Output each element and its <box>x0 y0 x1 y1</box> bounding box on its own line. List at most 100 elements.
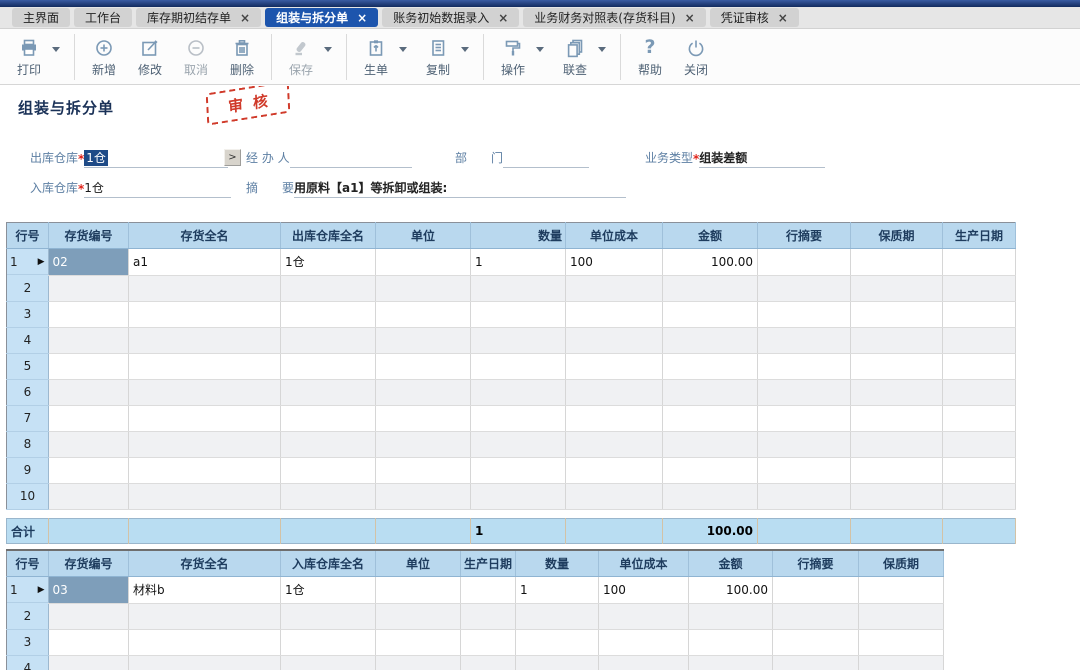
operator-field[interactable]: 经 办 人 <box>246 148 412 168</box>
cell[interactable]: 100.00 <box>663 249 758 276</box>
cell[interactable] <box>471 457 566 483</box>
cell[interactable] <box>773 629 859 655</box>
tab-biz-finance-mapping[interactable]: 业务财务对照表(存货科目)× <box>523 8 705 27</box>
cell[interactable] <box>49 275 129 301</box>
cell[interactable] <box>49 301 129 327</box>
cell[interactable] <box>859 577 944 604</box>
cell[interactable] <box>943 327 1016 353</box>
cell[interactable] <box>943 249 1016 276</box>
tab-close-icon[interactable]: × <box>685 12 695 24</box>
out-warehouse-field[interactable]: 出库仓库*1仓 <box>30 148 228 168</box>
cell[interactable] <box>281 379 376 405</box>
link-query-button[interactable]: 联查 <box>552 36 598 78</box>
cell[interactable] <box>758 327 851 353</box>
cell[interactable] <box>516 603 599 629</box>
out-warehouse-browse-button[interactable]: > <box>224 149 241 166</box>
cell[interactable] <box>471 353 566 379</box>
cell[interactable] <box>461 655 516 670</box>
cell[interactable] <box>566 275 663 301</box>
cell[interactable] <box>663 431 758 457</box>
cell[interactable] <box>281 603 376 629</box>
cell[interactable] <box>566 379 663 405</box>
row-number-cell[interactable]: 8 <box>7 431 49 457</box>
delete-button[interactable]: 删除 <box>219 36 265 78</box>
cell[interactable] <box>49 379 129 405</box>
cell[interactable]: 1仓 <box>281 249 376 276</box>
cell[interactable] <box>851 249 943 276</box>
cell[interactable] <box>758 457 851 483</box>
close-button[interactable]: 关闭 <box>673 36 719 78</box>
row-number-cell[interactable]: 1▶ <box>7 249 49 275</box>
cell[interactable]: 100 <box>566 249 663 276</box>
modify-button[interactable]: 修改 <box>127 36 173 78</box>
cell[interactable] <box>566 301 663 327</box>
row-number-cell[interactable]: 4 <box>7 327 49 353</box>
cell[interactable] <box>376 577 461 604</box>
cell[interactable] <box>281 431 376 457</box>
cell[interactable] <box>49 629 129 655</box>
cell[interactable] <box>376 301 471 327</box>
cell[interactable] <box>281 301 376 327</box>
cell[interactable]: 1 <box>471 249 566 276</box>
cell[interactable] <box>566 327 663 353</box>
cell[interactable] <box>376 603 461 629</box>
cell[interactable] <box>376 327 471 353</box>
cell[interactable] <box>859 655 944 670</box>
tab-main-screen[interactable]: 主界面 <box>12 8 70 27</box>
row-number-cell[interactable]: 9 <box>7 457 49 483</box>
cell[interactable] <box>758 379 851 405</box>
cell[interactable] <box>566 405 663 431</box>
cell[interactable] <box>471 275 566 301</box>
cell[interactable] <box>376 379 471 405</box>
cell[interactable] <box>943 353 1016 379</box>
cell[interactable] <box>129 275 281 301</box>
dropdown-caret-icon[interactable] <box>52 47 60 52</box>
operate-button[interactable]: 操作 <box>490 36 536 78</box>
cell[interactable] <box>376 275 471 301</box>
cell[interactable] <box>376 483 471 509</box>
cell[interactable] <box>49 405 129 431</box>
cell[interactable] <box>773 577 859 604</box>
cell[interactable] <box>49 431 129 457</box>
tab-account-init-entry[interactable]: 账务初始数据录入× <box>382 8 519 27</box>
dropdown-caret-icon[interactable] <box>399 47 407 52</box>
cell[interactable] <box>758 431 851 457</box>
cell[interactable] <box>281 275 376 301</box>
row-number-cell[interactable]: 6 <box>7 379 49 405</box>
cell[interactable] <box>773 603 859 629</box>
cell[interactable] <box>663 327 758 353</box>
cell[interactable] <box>471 301 566 327</box>
cell[interactable] <box>129 457 281 483</box>
cell[interactable]: 02 <box>49 249 129 276</box>
row-number-cell[interactable]: 2 <box>7 275 49 301</box>
cell[interactable] <box>376 431 471 457</box>
cell[interactable] <box>129 629 281 655</box>
cell[interactable] <box>566 353 663 379</box>
cell[interactable] <box>49 327 129 353</box>
print-button[interactable]: 打印 <box>6 36 52 78</box>
cell[interactable] <box>859 629 944 655</box>
cell[interactable] <box>758 405 851 431</box>
cell[interactable] <box>376 353 471 379</box>
cell[interactable] <box>471 431 566 457</box>
cell[interactable] <box>758 301 851 327</box>
cell[interactable] <box>129 379 281 405</box>
cell[interactable] <box>773 655 859 670</box>
cell[interactable] <box>851 457 943 483</box>
row-number-cell[interactable]: 10 <box>7 483 49 509</box>
cell[interactable] <box>281 655 376 670</box>
cell[interactable] <box>516 655 599 670</box>
cell[interactable] <box>376 629 461 655</box>
cancel-button[interactable]: 取消 <box>173 36 219 78</box>
row-number-cell[interactable]: 4 <box>7 655 49 670</box>
cell[interactable] <box>129 603 281 629</box>
cell[interactable] <box>49 483 129 509</box>
tab-close-icon[interactable]: × <box>240 12 250 24</box>
in-warehouse-field[interactable]: 入库仓库*1仓 <box>30 178 231 198</box>
save-button[interactable]: 保存 <box>278 36 324 78</box>
cell[interactable] <box>943 431 1016 457</box>
cell[interactable] <box>461 603 516 629</box>
cell[interactable] <box>129 353 281 379</box>
cell[interactable] <box>566 457 663 483</box>
help-button[interactable]: ? 帮助 <box>627 36 673 78</box>
